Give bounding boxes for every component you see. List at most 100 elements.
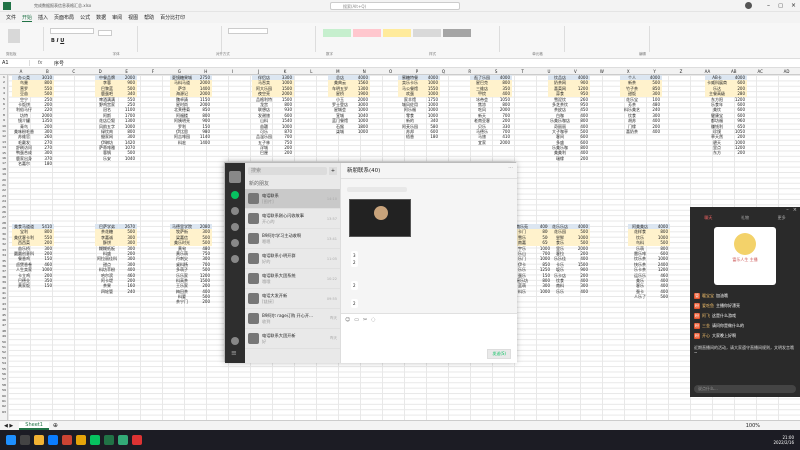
table-cell[interactable]: 柒城	[328, 129, 352, 134]
row-header[interactable]: 62	[0, 404, 8, 408]
style-normal[interactable]	[413, 29, 441, 37]
row-header[interactable]: 11	[0, 129, 8, 133]
table-cell[interactable]: 宜家	[470, 140, 494, 145]
search-taskbar-icon[interactable]	[20, 435, 30, 445]
close-icon[interactable]: ×	[791, 2, 796, 9]
table-cell[interactable]: 黄家饭	[12, 283, 36, 288]
table-cell[interactable]: 人乐了	[628, 294, 652, 299]
search-box[interactable]: 搜索(Alt+Q)	[330, 1, 460, 10]
maximize-icon[interactable]: □	[778, 3, 783, 9]
emoji-icon[interactable]: ☺	[345, 317, 350, 323]
row-header[interactable]: 48	[0, 329, 8, 333]
live-tab[interactable]: 更多	[778, 215, 786, 223]
menu-item[interactable]: 审阅	[112, 14, 122, 21]
column-header[interactable]: P	[404, 69, 430, 74]
table-row[interactable]: 名嘉尔 180	[12, 161, 54, 166]
row-header[interactable]: 40	[0, 286, 8, 290]
font-size-select[interactable]	[97, 30, 112, 36]
column-header[interactable]: N	[351, 69, 377, 74]
row-header[interactable]: 13	[0, 140, 8, 144]
bold-icon[interactable]: B I U	[51, 38, 137, 44]
row-header[interactable]: 26	[0, 210, 8, 214]
row-header[interactable]: 49	[0, 334, 8, 338]
live-stream-panel[interactable]: – × 聊天 礼物 更多 富乐人生 主播 管暖宝宝 加油哦粉爱吃鱼 主播你好漂亮粉阿飞…	[690, 207, 800, 397]
table-value-cell[interactable]: 180	[422, 134, 440, 139]
ribbon-group-editing[interactable]	[570, 26, 650, 52]
table-row[interactable]: 黄家饭 150	[12, 283, 54, 288]
column-header[interactable]: V	[562, 69, 588, 74]
style-bad[interactable]	[353, 29, 381, 37]
style-neutral[interactable]	[383, 29, 411, 37]
sheet-tab[interactable]: Sheet1	[19, 421, 49, 430]
column-header[interactable]: X	[615, 69, 641, 74]
clock[interactable]: 21:00 2022/2/16	[773, 435, 794, 445]
row-header[interactable]: 61	[0, 399, 8, 403]
row-header[interactable]: 15	[0, 151, 8, 155]
table-value-cell[interactable]: 200	[572, 156, 590, 161]
minimize-icon[interactable]: –	[767, 2, 770, 9]
table-cell[interactable]: 梧香	[398, 134, 422, 139]
column-header[interactable]: L	[298, 69, 324, 74]
row-header[interactable]: 47	[0, 323, 8, 327]
row-header[interactable]: 52	[0, 350, 8, 354]
row-header[interactable]: 57	[0, 377, 8, 381]
row-header[interactable]: 27	[0, 215, 8, 219]
table-row[interactable]: 东方 200	[705, 150, 747, 155]
menu-item[interactable]: 公式	[80, 14, 90, 21]
table-cell[interactable]: 名嘉尔	[12, 161, 36, 166]
style-check[interactable]	[443, 29, 471, 37]
table-value-cell[interactable]: 200	[729, 150, 747, 155]
row-header[interactable]: 1	[0, 75, 8, 79]
row-header[interactable]: 51	[0, 345, 8, 349]
row-header[interactable]: 54	[0, 361, 8, 365]
menu-item[interactable]: 百分比打印	[160, 14, 185, 21]
close-icon[interactable]: ×	[793, 207, 797, 215]
row-header[interactable]: 10	[0, 124, 8, 128]
new-friends-item[interactable]: 新的朋友	[245, 179, 340, 189]
ribbon-group-number[interactable]	[226, 26, 316, 52]
menu-item[interactable]: 视图	[128, 14, 138, 21]
row-header[interactable]: 4	[0, 91, 8, 95]
app-icon[interactable]	[132, 435, 142, 445]
wechat-icon[interactable]	[90, 435, 100, 445]
row-header[interactable]: 23	[0, 194, 8, 198]
column-header[interactable]: Y	[642, 69, 668, 74]
more-icon[interactable]: ···	[508, 165, 513, 171]
row-header[interactable]: 20	[0, 178, 8, 182]
column-header[interactable]: Q	[430, 69, 456, 74]
column-header[interactable]: AB	[721, 69, 747, 74]
column-header[interactable]: E	[114, 69, 140, 74]
row-header[interactable]: 30	[0, 232, 8, 236]
live-tab[interactable]: 聊天	[704, 215, 712, 223]
moments-icon[interactable]	[231, 255, 239, 263]
table-cell[interactable]: 巴厘	[252, 150, 276, 155]
row-header[interactable]: 39	[0, 280, 8, 284]
column-header[interactable]: O	[378, 69, 404, 74]
image-message[interactable]	[349, 199, 411, 237]
row-header[interactable]: 14	[0, 145, 8, 149]
column-header[interactable]: R	[457, 69, 483, 74]
row-header[interactable]: 29	[0, 226, 8, 230]
row-header[interactable]: 36	[0, 264, 8, 268]
row-header[interactable]: 34	[0, 253, 8, 257]
folder-icon[interactable]: ▭	[354, 317, 359, 323]
table-row[interactable]: 巴厘 200	[252, 150, 294, 155]
table-row[interactable]: 四轮管 240	[95, 289, 137, 294]
row-header[interactable]: 46	[0, 318, 8, 322]
add-icon[interactable]: +	[329, 167, 337, 175]
table-cell[interactable]: 乐乐	[548, 289, 572, 294]
menu-item[interactable]: 文件	[6, 14, 16, 21]
table-row[interactable]: 柒城 1000	[328, 129, 370, 134]
ribbon-group-styles[interactable]	[320, 26, 500, 52]
column-header[interactable]: D	[87, 69, 113, 74]
name-box[interactable]: A1	[0, 60, 30, 66]
column-header[interactable]: F	[140, 69, 166, 74]
menu-item[interactable]: 页面布局	[54, 14, 74, 21]
row-header[interactable]: 9	[0, 118, 8, 122]
formula-input[interactable]: 序号	[50, 60, 64, 67]
column-header[interactable]: S	[483, 69, 509, 74]
table-row[interactable]: 宜家 2000	[470, 140, 512, 145]
phone-icon[interactable]	[231, 337, 239, 345]
row-header[interactable]: 25	[0, 205, 8, 209]
menu-item[interactable]: 开始	[22, 14, 33, 22]
